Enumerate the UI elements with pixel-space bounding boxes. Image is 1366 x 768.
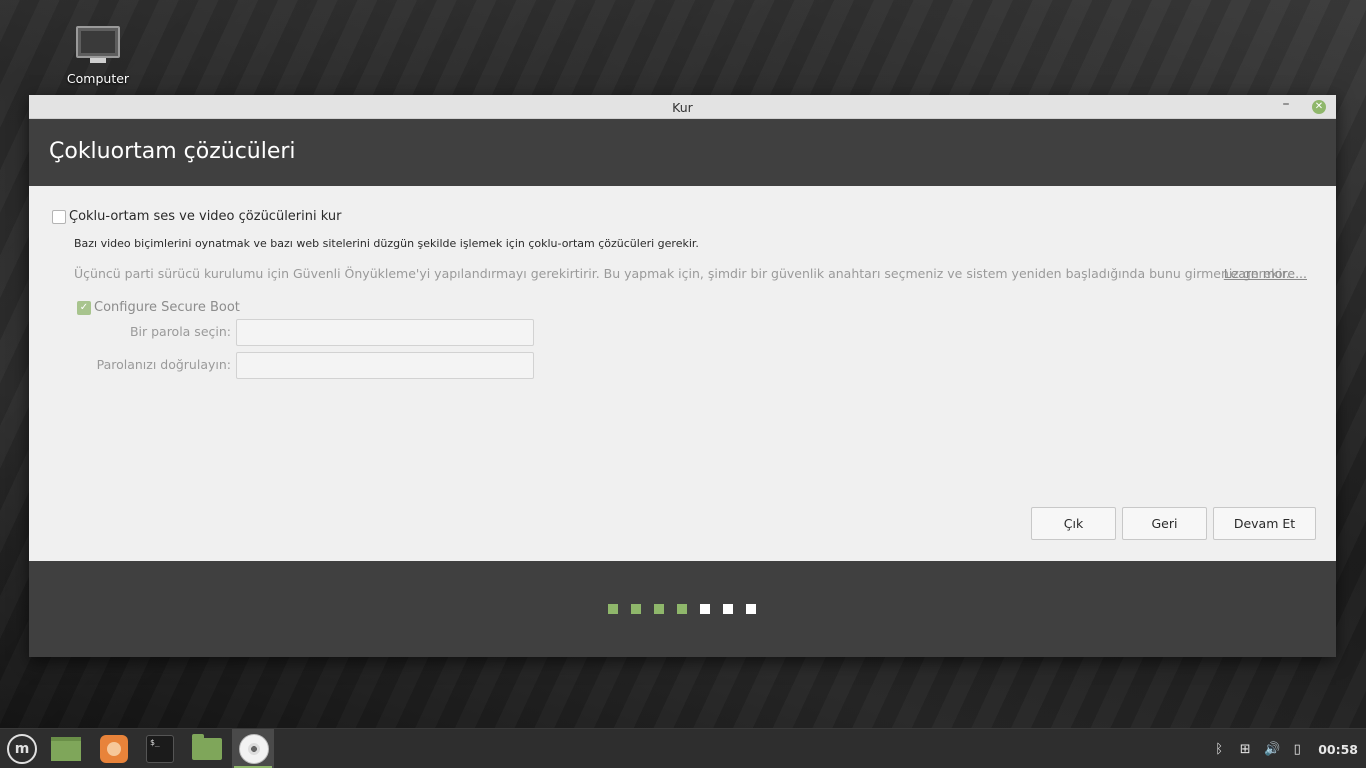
- window-titlebar[interactable]: Kur – ✕: [29, 95, 1336, 119]
- volume-icon[interactable]: 🔊: [1264, 742, 1280, 757]
- continue-button[interactable]: Devam Et: [1213, 507, 1316, 540]
- learn-more-link[interactable]: Learn more...: [1224, 266, 1307, 281]
- progress-step-dot: [631, 604, 641, 614]
- computer-icon: [76, 26, 120, 58]
- page-header: Çokluortam çözücüleri: [29, 119, 1336, 186]
- firefox-launcher[interactable]: [93, 729, 135, 768]
- confirm-password-field[interactable]: [236, 352, 534, 379]
- installer-disc-icon: [239, 734, 269, 764]
- monitor-stand: [90, 58, 106, 63]
- window-title: Kur: [672, 100, 693, 115]
- progress-step-dot: [700, 604, 710, 614]
- install-codecs-checkbox[interactable]: [52, 210, 66, 224]
- close-button[interactable]: ✕: [1312, 100, 1326, 114]
- progress-step-dot: [654, 604, 664, 614]
- mint-menu-icon: m: [7, 734, 37, 764]
- back-button[interactable]: Geri: [1122, 507, 1207, 540]
- show-desktop-icon: [51, 737, 81, 761]
- password-field[interactable]: [236, 319, 534, 346]
- progress-dots: [608, 604, 756, 614]
- configure-secure-boot-label[interactable]: Configure Secure Boot: [94, 300, 240, 315]
- taskbar: m $_ ᛒ ⊞ 🔊 ▯ 00:58: [0, 728, 1366, 768]
- files-launcher[interactable]: [186, 729, 228, 768]
- desktop-icon-computer[interactable]: Computer: [60, 22, 136, 86]
- files-icon: [192, 734, 222, 760]
- configure-secure-boot-checkbox[interactable]: ✓: [77, 301, 91, 315]
- install-codecs-label[interactable]: Çoklu-ortam ses ve video çözücülerini ku…: [69, 209, 341, 224]
- password-label: Bir parola seçin:: [129, 324, 231, 339]
- firefox-icon: [100, 735, 128, 763]
- codecs-description: Bazı video biçimlerini oynatmak ve bazı …: [74, 237, 699, 250]
- bluetooth-icon[interactable]: ᛒ: [1212, 742, 1226, 757]
- menu-button[interactable]: m: [3, 729, 45, 768]
- installer-window: Kur – ✕ Çokluortam çözücüleri Çoklu-orta…: [29, 95, 1336, 657]
- terminal-launcher[interactable]: $_: [140, 729, 182, 768]
- confirm-password-label: Parolanızı doğrulayın:: [96, 357, 231, 372]
- quit-button[interactable]: Çık: [1031, 507, 1116, 540]
- installer-task-button[interactable]: [232, 729, 274, 768]
- show-desktop-button[interactable]: [46, 729, 88, 768]
- progress-step-dot: [723, 604, 733, 614]
- page-title: Çokluortam çözücüleri: [49, 139, 296, 164]
- progress-step-dot: [746, 604, 756, 614]
- battery-icon[interactable]: ▯: [1290, 742, 1304, 757]
- secure-boot-note: Üçüncü parti sürücü kurulumu için Güvenl…: [74, 266, 1290, 281]
- progress-footer: [29, 561, 1336, 657]
- terminal-icon: $_: [146, 735, 174, 763]
- minimize-button[interactable]: –: [1278, 96, 1294, 112]
- progress-step-dot: [608, 604, 618, 614]
- page-content: Çoklu-ortam ses ve video çözücülerini ku…: [29, 186, 1336, 561]
- network-icon[interactable]: ⊞: [1238, 742, 1252, 757]
- clock[interactable]: 00:58: [1318, 742, 1358, 757]
- system-tray: ᛒ ⊞ 🔊 ▯ 00:58: [1212, 729, 1358, 768]
- desktop-icon-label: Computer: [66, 71, 130, 86]
- progress-step-dot: [677, 604, 687, 614]
